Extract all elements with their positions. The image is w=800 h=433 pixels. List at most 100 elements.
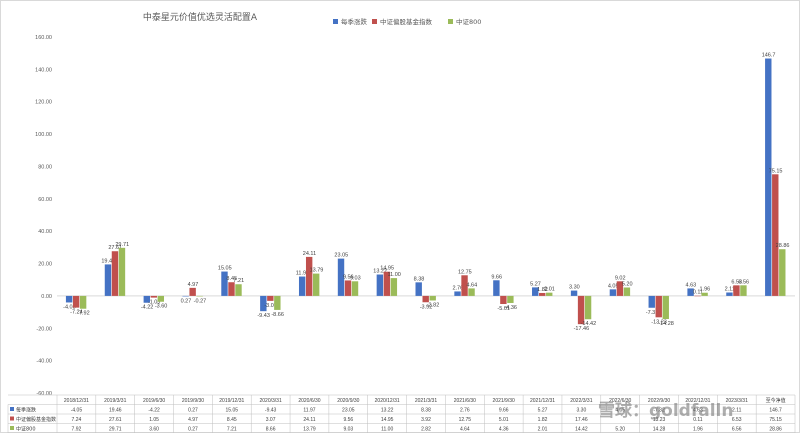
data-label: -0.27 [194, 298, 207, 304]
data-label: -4.36 [504, 305, 517, 311]
table-cell: 8.38 [421, 408, 431, 414]
data-label: 3.30 [569, 285, 580, 291]
table-cell: 29.71 [109, 427, 122, 433]
legend: 每季涨跌 中证偏股基金指数 中证800 [333, 17, 481, 26]
table-category: 2021/6/30 [454, 398, 476, 404]
data-label: 29.71 [115, 242, 129, 248]
bar-1 [182, 295, 189, 297]
bar-3 [507, 295, 514, 303]
table-cell: 3.92 [421, 417, 431, 423]
bar-1 [493, 280, 500, 296]
data-label: 15.05 [218, 266, 232, 272]
bar-3 [623, 287, 631, 296]
bar-2 [267, 295, 274, 301]
bar-3 [390, 278, 398, 296]
data-label: -9.43 [257, 313, 270, 319]
data-label: 14.95 [380, 266, 394, 272]
table-cell: -9.43 [265, 408, 277, 414]
table-series-name: 中证偏股基金指数 [16, 416, 56, 423]
bar-2 [72, 295, 80, 308]
data-label: 9.66 [491, 274, 502, 280]
table-category: 2019/12/31 [219, 398, 244, 404]
legend-swatch [333, 19, 338, 24]
data-label: 6.56 [738, 279, 749, 285]
y-tick-label: 20.00 [38, 262, 52, 268]
y-tick-label: 140.00 [35, 67, 52, 73]
chart-frame [0, 0, 800, 433]
y-tick-label: 100.00 [35, 132, 52, 138]
data-label: 28.86 [776, 243, 790, 249]
bar-3 [779, 249, 786, 296]
data-label: -14.28 [658, 321, 674, 327]
table-swatch [10, 426, 14, 430]
bar-2 [577, 295, 585, 325]
table-cell: 2.11 [732, 408, 742, 414]
data-label: 4.97 [188, 282, 199, 288]
table-cell: 4.64 [460, 427, 470, 433]
bar-3 [468, 288, 475, 296]
table-cell: 11.97 [303, 408, 315, 414]
table-category: 至今净值 [766, 397, 786, 404]
data-label: 0.27 [181, 298, 192, 304]
y-tick-label: -20.00 [36, 326, 52, 332]
data-label: 1.96 [700, 287, 711, 293]
table-cell: 4.36 [499, 427, 509, 433]
data-label: 24.11 [303, 251, 316, 257]
table-category: 2021/9/30 [493, 398, 515, 404]
table-cell: 1.82 [538, 417, 548, 423]
bar-chart: 中泰星元价值优选灵活配置A 每季涨跌 中证偏股基金指数 中证800 -60.00-4… [0, 0, 800, 433]
bar-2 [539, 292, 546, 296]
table-series-name: 中证800 [16, 426, 36, 433]
table-cell: 1.96 [693, 427, 703, 433]
data-label: 9.02 [615, 275, 626, 281]
legend-label: 中证偏股基金指数 [380, 17, 433, 26]
data-label: 23.05 [334, 253, 348, 259]
table-cell: 13.79 [303, 427, 316, 433]
y-tick-label: -60.00 [36, 391, 52, 397]
table-cell: 7.21 [227, 427, 237, 433]
bar-3 [584, 295, 592, 320]
table-cell: 9.56 [343, 417, 353, 423]
data-label: -14.42 [581, 321, 597, 327]
data-label: 4.64 [466, 282, 477, 288]
table-category: 2021/3/31 [415, 398, 437, 404]
data-label: 11.00 [387, 272, 400, 278]
table-cell: 8.66 [266, 427, 276, 433]
table-cell: 0.27 [188, 427, 198, 433]
table-cell: 2.01 [538, 427, 548, 433]
data-label: 75.15 [769, 168, 783, 174]
table-cell: 24.11 [303, 417, 315, 423]
bar-2 [344, 280, 352, 296]
legend-swatch [448, 19, 453, 24]
table-category: 2020/9/30 [337, 398, 359, 404]
bar-1 [765, 58, 772, 296]
table-cell: 8.45 [227, 417, 237, 423]
data-label: 4.63 [686, 282, 697, 288]
table-cell: 75.15 [769, 417, 782, 423]
table-cell: 15.05 [226, 408, 239, 414]
table-cell: 5.01 [499, 417, 509, 423]
y-tick-label: 160.00 [35, 35, 52, 41]
table-cell: 3.30 [577, 408, 587, 414]
table-cell: 9.03 [343, 427, 353, 433]
table-cell: 5.27 [538, 408, 548, 414]
y-tick-label: -40.00 [36, 359, 52, 365]
table-cell: 2.76 [460, 408, 470, 414]
bar-1 [570, 290, 578, 296]
table-category: 2020/12/31 [375, 398, 400, 404]
table-category: 2019/3/31 [104, 398, 126, 404]
table-cell: -4.05 [71, 408, 83, 414]
data-label: -4.22 [141, 305, 154, 311]
bar-1 [65, 295, 73, 303]
data-label: -2.82 [427, 302, 440, 308]
table-cell: 14.42 [575, 427, 588, 433]
table-cell: 0.27 [188, 408, 198, 414]
table-category: 2019/9/30 [182, 398, 204, 404]
bar-1 [298, 276, 306, 296]
bar-1 [104, 264, 112, 296]
bar-3 [546, 292, 553, 296]
table-cell: 11.00 [381, 427, 393, 433]
table-cell: 146.7 [769, 408, 782, 414]
y-tick-label: 40.00 [38, 229, 52, 235]
bar-3 [312, 273, 320, 296]
